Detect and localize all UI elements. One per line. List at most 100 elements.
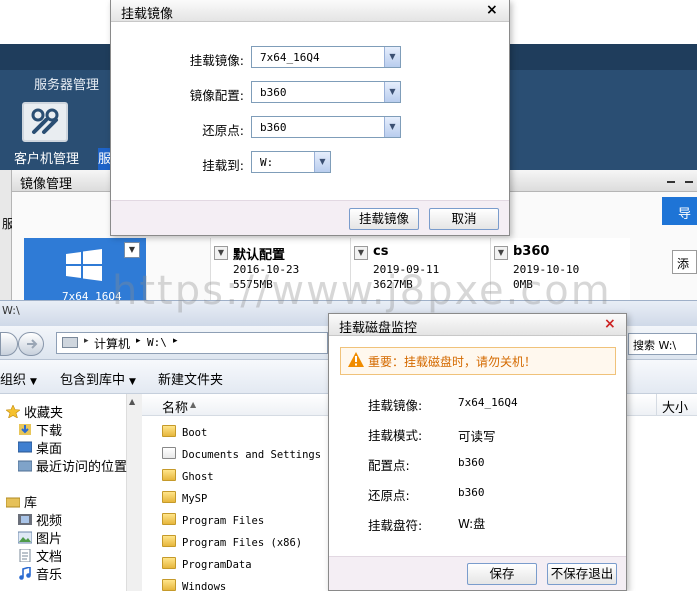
save-button[interactable]: 保存 xyxy=(467,563,537,585)
folder-icon xyxy=(162,469,176,481)
column-header-size[interactable]: 大小 xyxy=(662,397,688,416)
mount-image-button[interactable]: 挂载镜像 xyxy=(349,208,419,230)
file-name: ProgramData xyxy=(182,559,252,571)
file-name: Documents and Settings xyxy=(182,449,322,461)
close-icon[interactable]: × xyxy=(604,316,616,332)
nav-server-management[interactable]: 服务器管理 xyxy=(34,74,99,93)
card-dropdown-icon[interactable]: ▼ xyxy=(124,242,140,258)
minimize-icon[interactable] xyxy=(664,172,678,186)
chevron-down-icon[interactable]: ▼ xyxy=(314,152,330,172)
warning-text: 重要：挂载磁盘时，请勿关机！ xyxy=(368,355,537,369)
add-button[interactable]: 添加 xyxy=(672,250,697,274)
nav-videos[interactable]: 视频 xyxy=(18,510,62,529)
image-card-name: cs xyxy=(373,244,389,259)
chevron-down-icon: ▼ xyxy=(129,377,136,387)
scroll-up-icon[interactable]: ▲ xyxy=(129,397,135,406)
explorer-title: W:\ xyxy=(2,304,20,317)
file-row[interactable]: Program Files xyxy=(162,513,342,533)
sort-ascending-icon: ▲ xyxy=(190,400,197,409)
file-row[interactable]: ProgramData xyxy=(162,557,342,577)
recent-places-icon xyxy=(17,459,33,472)
video-icon xyxy=(18,513,32,526)
nav-favorites-label: 收藏夹 xyxy=(24,406,64,421)
file-row[interactable]: Ghost xyxy=(162,469,342,489)
restore-point-select[interactable]: b360 ▼ xyxy=(251,116,401,138)
file-row[interactable]: Documents and Settings xyxy=(162,447,342,467)
close-icon[interactable]: × xyxy=(486,2,498,18)
folder-icon xyxy=(162,425,176,437)
restore-point-label: 还原点: xyxy=(202,123,244,138)
file-name: Ghost xyxy=(182,471,214,483)
nav-downloads-label: 下载 xyxy=(36,424,63,439)
mount-image-label: 挂载镜像: xyxy=(189,53,244,68)
image-config-label: 镜像配置: xyxy=(189,88,244,103)
info-label-restore-point: 还原点: xyxy=(368,488,410,503)
column-header-name[interactable]: 名称 xyxy=(162,397,188,416)
nav-client-management-tile[interactable]: 客户机管理 xyxy=(12,98,88,170)
image-config-value: b360 xyxy=(260,86,287,99)
image-config-select[interactable]: b360 ▼ xyxy=(251,81,401,103)
chevron-down-icon[interactable]: ▼ xyxy=(384,117,400,137)
forward-button[interactable] xyxy=(18,332,44,356)
breadcrumb-computer[interactable]: 计算机 xyxy=(94,335,130,352)
info-label-drive-letter: 挂载盘符: xyxy=(368,518,423,533)
chevron-down-icon[interactable]: ▼ xyxy=(384,82,400,102)
new-folder-button[interactable]: 新建文件夹 xyxy=(158,369,223,388)
image-management-title: 镜像管理 xyxy=(20,177,73,192)
restore-point-value: b360 xyxy=(260,121,287,134)
nav-music[interactable]: 音乐 xyxy=(18,564,62,583)
column-divider[interactable] xyxy=(656,394,657,416)
nav-pictures[interactable]: 图片 xyxy=(17,528,62,547)
file-name: MySP xyxy=(182,493,208,505)
info-value-config-point: b360 xyxy=(458,456,485,469)
nav-libraries[interactable]: 库 xyxy=(5,492,37,511)
warning-icon xyxy=(348,352,364,367)
folder-icon xyxy=(162,535,176,547)
card-dropdown-icon[interactable]: ▼ xyxy=(214,246,228,260)
nav-videos-label: 视频 xyxy=(36,514,63,529)
search-placeholder: 搜索 W:\ xyxy=(633,339,677,352)
breadcrumb-arrow-icon[interactable]: ▸ xyxy=(136,336,141,346)
mount-to-select[interactable]: W: ▼ xyxy=(251,151,331,173)
nav-desktop[interactable]: 桌面 xyxy=(17,438,62,457)
tools-icon xyxy=(22,102,68,142)
mount-image-select[interactable]: 7x64_16Q4 ▼ xyxy=(251,46,401,68)
chevron-down-icon: ▼ xyxy=(30,377,37,387)
computer-icon xyxy=(62,337,78,348)
nav-documents[interactable]: 文档 xyxy=(18,546,62,565)
include-label: 包含到库中 xyxy=(60,373,126,388)
file-row[interactable]: Program Files (x86) xyxy=(162,535,342,555)
documents-icon xyxy=(18,548,32,563)
file-row[interactable]: Boot xyxy=(162,425,342,445)
file-row[interactable]: MySP xyxy=(162,491,342,511)
nav-recent[interactable]: 最近访问的位置 xyxy=(17,456,127,475)
windows-logo-icon xyxy=(64,248,104,282)
breadcrumb-arrow-icon[interactable]: ▸ xyxy=(173,336,178,346)
file-row[interactable]: Windows xyxy=(162,579,342,591)
breadcrumb-arrow-icon[interactable]: ▸ xyxy=(84,336,89,346)
monitor-dialog-title: 挂载磁盘监控 xyxy=(339,321,418,336)
pictures-icon xyxy=(17,531,33,544)
chevron-down-icon[interactable]: ▼ xyxy=(384,47,400,67)
cancel-button[interactable]: 取消 xyxy=(429,208,499,230)
breadcrumb-drive[interactable]: W:\ xyxy=(147,336,167,349)
info-value-drive-letter: W:盘 xyxy=(458,517,486,531)
file-name: Program Files xyxy=(182,515,265,527)
maximize-icon[interactable] xyxy=(682,172,696,186)
image-card-name: b360 xyxy=(513,244,550,259)
include-in-library-button[interactable]: 包含到库中 ▼ xyxy=(60,369,136,388)
nav-favorites[interactable]: 收藏夹 xyxy=(5,402,64,421)
nav-downloads[interactable]: 下载 xyxy=(18,420,62,439)
nav-scrollbar[interactable] xyxy=(126,394,142,591)
organize-label: 组织 xyxy=(0,373,27,388)
file-name: Boot xyxy=(182,427,208,439)
info-label-mount-image: 挂载镜像: xyxy=(368,398,423,413)
mount-dialog-title: 挂载镜像 xyxy=(121,7,174,22)
organize-button[interactable]: 组织 ▼ xyxy=(0,369,37,388)
image-card-name: 默认配置 xyxy=(233,248,286,263)
mount-to-value: W: xyxy=(260,156,274,169)
card-dropdown-icon[interactable]: ▼ xyxy=(494,246,508,260)
exit-without-saving-button[interactable]: 不保存退出 xyxy=(547,563,617,585)
import-button[interactable]: 导入 xyxy=(662,197,697,225)
card-dropdown-icon[interactable]: ▼ xyxy=(354,246,368,260)
